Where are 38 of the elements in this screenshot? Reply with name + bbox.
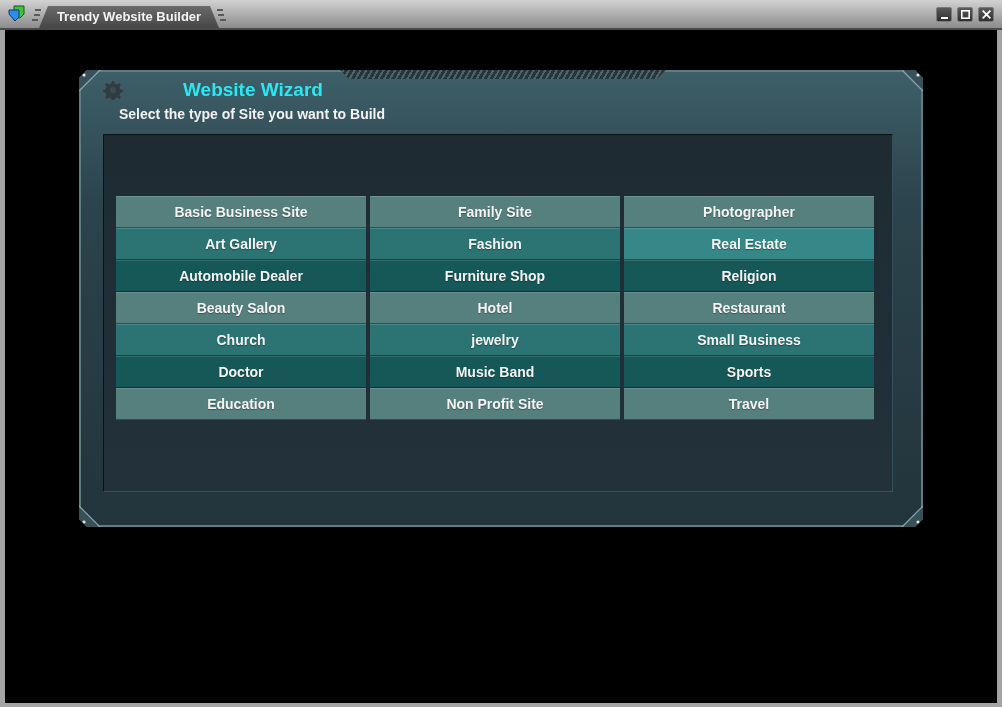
gear-icon	[103, 80, 123, 100]
site-type-button[interactable]: Real Estate	[624, 228, 874, 260]
corner-bracket-icon	[79, 505, 101, 527]
wizard-subtitle: Select the type of Site you want to Build	[119, 105, 386, 123]
wizard-title: Website Wizard	[183, 79, 323, 101]
corner-bracket-icon	[79, 70, 101, 92]
site-type-button[interactable]: Automobile Dealer	[116, 260, 366, 292]
site-type-button[interactable]: Beauty Salon	[116, 292, 366, 324]
site-type-button[interactable]: Photographer	[624, 196, 874, 228]
maximize-button[interactable]	[957, 7, 973, 22]
site-type-button[interactable]: Restaurant	[624, 292, 874, 324]
site-type-button[interactable]: Basic Business Site	[116, 196, 366, 228]
blocks-icon	[8, 4, 26, 22]
close-icon	[981, 10, 991, 19]
site-type-button[interactable]: Music Band	[370, 356, 620, 388]
site-type-button[interactable]: Church	[116, 324, 366, 356]
site-type-button[interactable]: Non Profit Site	[370, 388, 620, 420]
corner-bracket-icon	[901, 70, 923, 92]
site-type-button[interactable]: jewelry	[370, 324, 620, 356]
minimize-button[interactable]	[936, 7, 952, 22]
site-type-button[interactable]: Small Business	[624, 324, 874, 356]
site-type-button[interactable]: Education	[116, 388, 366, 420]
window-title: Trendy Website Builder	[39, 6, 219, 28]
site-type-button[interactable]: Travel	[624, 388, 874, 420]
site-type-button[interactable]: Fashion	[370, 228, 620, 260]
maximize-icon	[960, 10, 970, 19]
site-type-button[interactable]: Sports	[624, 356, 874, 388]
site-type-button[interactable]: Family Site	[370, 196, 620, 228]
minimize-icon	[940, 17, 948, 19]
corner-bracket-icon	[901, 505, 923, 527]
grip-icon	[31, 8, 41, 22]
close-button[interactable]	[978, 7, 994, 22]
site-type-button[interactable]: Furniture Shop	[370, 260, 620, 292]
site-type-button[interactable]: Hotel	[370, 292, 620, 324]
site-type-button[interactable]: Religion	[624, 260, 874, 292]
site-type-button[interactable]: Doctor	[116, 356, 366, 388]
grip-icon	[217, 8, 227, 22]
site-type-button[interactable]: Art Gallery	[116, 228, 366, 260]
